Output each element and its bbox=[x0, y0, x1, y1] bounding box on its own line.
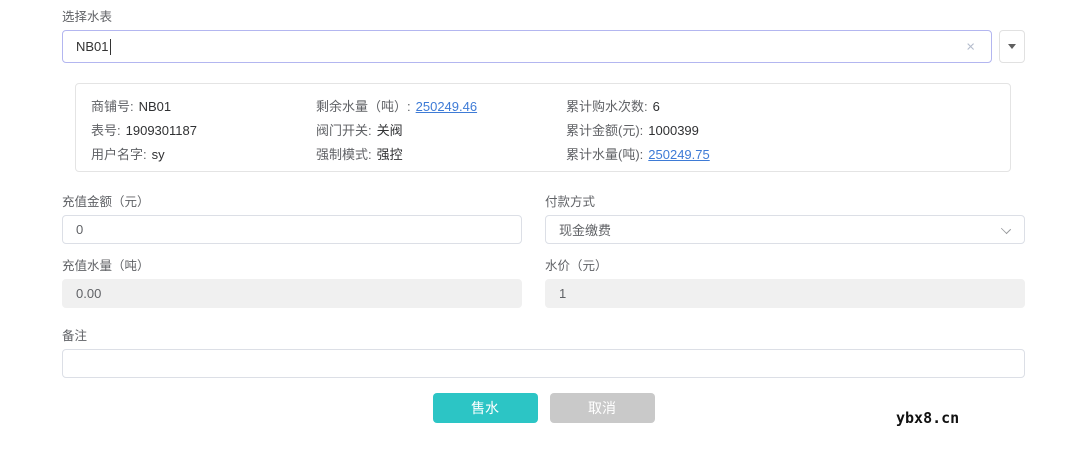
payment-method-group: 付款方式 现金缴费 bbox=[545, 194, 1025, 244]
form-row-b: 充值水量（吨） 0.00 水价（元） 1 bbox=[62, 258, 1025, 308]
info-total-water: 累计水量(吨): 250249.75 bbox=[566, 146, 710, 162]
water-price-input: 1 bbox=[545, 279, 1025, 308]
sell-water-button[interactable]: 售水 bbox=[432, 393, 538, 423]
info-force-mode: 强制模式: 强控 bbox=[316, 146, 403, 162]
remark-group: 备注 bbox=[62, 328, 1025, 378]
info-user-name: 用户名字: sy bbox=[91, 146, 165, 162]
info-total-amount: 累计金额(元): 1000399 bbox=[566, 122, 699, 138]
form-row-a: 充值金额（元） 0 付款方式 现金缴费 bbox=[62, 194, 1025, 244]
payment-method-select[interactable]: 现金缴费 bbox=[545, 215, 1025, 244]
meter-select-input[interactable]: NB01 × bbox=[62, 30, 992, 63]
water-price-group: 水价（元） 1 bbox=[545, 258, 1025, 308]
chevron-down-icon bbox=[1000, 223, 1012, 235]
recharge-amount-input[interactable]: 0 bbox=[62, 215, 522, 244]
recharge-amount-label: 充值金额（元） bbox=[62, 195, 150, 209]
cancel-button[interactable]: 取消 bbox=[549, 393, 655, 423]
info-shop-number: 商铺号: NB01 bbox=[91, 98, 172, 114]
remark-input[interactable] bbox=[62, 349, 1025, 378]
info-valve-status: 阀门开关: 关阀 bbox=[316, 122, 403, 138]
caret-down-icon bbox=[1008, 44, 1016, 49]
action-buttons: 售水 取消 bbox=[62, 393, 1025, 423]
info-meter-number: 表号: 1909301187 bbox=[91, 122, 197, 138]
water-price-value: 1 bbox=[559, 286, 567, 301]
recharge-amount-group: 充值金额（元） 0 bbox=[62, 194, 522, 244]
recharge-volume-value: 0.00 bbox=[76, 286, 102, 301]
sell-water-form: 选择水表 NB01 × 商铺号: NB01 剩余水量（吨）: 250249.46 累… bbox=[62, 0, 1025, 423]
info-remaining-water: 剩余水量（吨）: 250249.46 bbox=[316, 98, 478, 114]
payment-method-value: 现金缴费 bbox=[559, 223, 612, 238]
meter-select-row: NB01 × bbox=[62, 30, 1025, 63]
dropdown-toggle-button[interactable] bbox=[999, 30, 1025, 63]
recharge-volume-label: 充值水量（吨） bbox=[62, 259, 150, 273]
meter-select-label: 选择水表 bbox=[62, 10, 113, 24]
clear-icon[interactable]: × bbox=[966, 39, 975, 54]
text-cursor bbox=[109, 38, 111, 55]
total-water-link[interactable]: 250249.75 bbox=[648, 147, 709, 162]
recharge-amount-value: 0 bbox=[76, 222, 84, 237]
remaining-water-link[interactable]: 250249.46 bbox=[416, 99, 477, 114]
meter-info-panel: 商铺号: NB01 剩余水量（吨）: 250249.46 累计购水次数: 6 表号: 1… bbox=[75, 83, 1011, 172]
recharge-volume-group: 充值水量（吨） 0.00 bbox=[62, 258, 522, 308]
payment-method-label: 付款方式 bbox=[545, 195, 596, 209]
recharge-volume-input: 0.00 bbox=[62, 279, 522, 308]
water-price-label: 水价（元） bbox=[545, 259, 608, 273]
meter-select-value: NB01 bbox=[76, 39, 109, 54]
info-purchase-count: 累计购水次数: 6 bbox=[566, 98, 660, 114]
remark-label: 备注 bbox=[62, 329, 88, 343]
site-watermark: ybx8.cn bbox=[896, 409, 960, 427]
